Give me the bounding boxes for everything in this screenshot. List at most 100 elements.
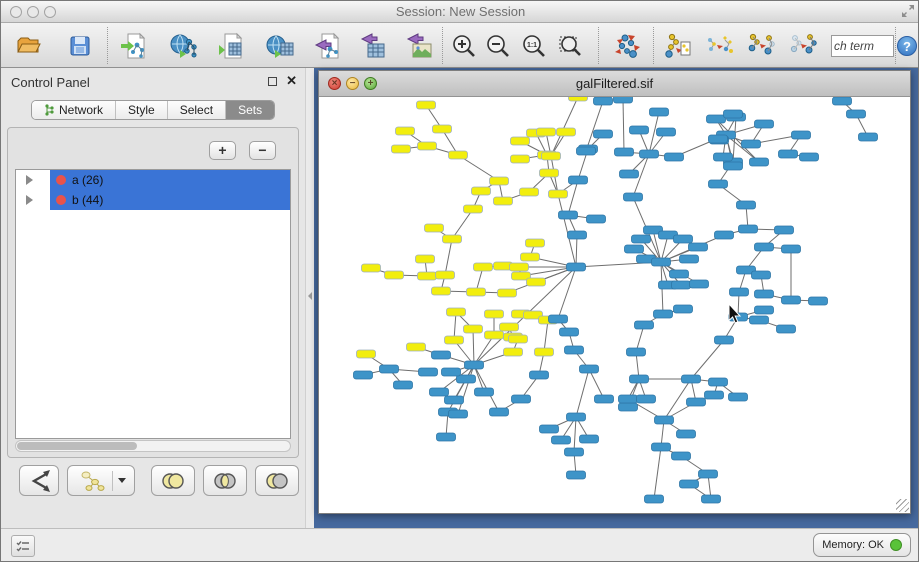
tab-network[interactable]: Network [32, 101, 116, 119]
graph-node[interactable] [637, 395, 656, 403]
graph-node[interactable] [527, 278, 546, 286]
new-network-selected-nodes-selected-edges-button[interactable] [790, 32, 818, 60]
graph-node[interactable] [433, 125, 452, 133]
tab-style[interactable]: Style [116, 101, 168, 119]
graph-node[interactable] [640, 150, 659, 158]
graph-node[interactable] [595, 395, 614, 403]
graph-node[interactable] [467, 288, 486, 296]
graph-node[interactable] [485, 331, 504, 339]
graph-node[interactable] [445, 336, 464, 344]
graph-node[interactable] [630, 126, 649, 134]
import-table-file-button[interactable] [217, 32, 245, 60]
graph-node[interactable] [560, 328, 579, 336]
network-frame[interactable]: × − + galFiltered.sif [318, 70, 911, 514]
graph-node[interactable] [509, 335, 528, 343]
graph-node[interactable] [432, 287, 451, 295]
graph-node[interactable] [569, 176, 588, 184]
graph-node[interactable] [500, 323, 519, 331]
graph-node[interactable] [540, 169, 559, 177]
graph-node[interactable] [750, 158, 769, 166]
graph-node[interactable] [430, 388, 449, 396]
graph-node[interactable] [475, 388, 494, 396]
graph-node[interactable] [504, 348, 523, 356]
graph-node[interactable] [396, 127, 415, 135]
expand-triangle-icon[interactable] [26, 195, 33, 205]
graph-node[interactable] [464, 205, 483, 213]
close-panel-icon[interactable]: ✕ [286, 73, 297, 89]
import-table-url-button[interactable] [266, 32, 294, 60]
graph-node[interactable] [465, 361, 484, 369]
graph-node[interactable] [418, 272, 437, 280]
graph-node[interactable] [520, 188, 539, 196]
graph-node[interactable] [755, 120, 774, 128]
graph-node[interactable] [672, 452, 691, 460]
intersection-sets-button[interactable] [203, 465, 247, 496]
graph-node[interactable] [624, 193, 643, 201]
graph-node[interactable] [779, 150, 798, 158]
graph-node[interactable] [485, 310, 504, 318]
graph-node[interactable] [565, 346, 584, 354]
graph-node[interactable] [437, 433, 456, 441]
add-set-button[interactable]: + [209, 141, 236, 160]
frame-resize-grip[interactable] [896, 499, 909, 512]
panel-splitter[interactable] [305, 68, 314, 528]
clone-network-button[interactable] [706, 32, 734, 60]
export-table-button[interactable] [360, 32, 388, 60]
graph-node[interactable] [709, 378, 728, 386]
graph-node[interactable] [443, 235, 462, 243]
graph-node[interactable] [635, 321, 654, 329]
graph-node[interactable] [407, 343, 426, 351]
graph-node[interactable] [549, 315, 568, 323]
create-set-from-nodes-dropdown[interactable] [67, 465, 135, 496]
graph-node[interactable] [511, 137, 530, 145]
tab-sets[interactable]: Sets [226, 101, 274, 119]
graph-node[interactable] [792, 131, 811, 139]
graph-node[interactable] [557, 128, 576, 136]
split-set-button[interactable] [19, 465, 59, 496]
graph-node[interactable] [752, 271, 771, 279]
collapse-arrow-icon[interactable] [308, 292, 312, 300]
graph-node[interactable] [755, 243, 774, 251]
graph-node[interactable] [670, 270, 689, 278]
graph-node[interactable] [521, 253, 540, 261]
graph-node[interactable] [354, 371, 373, 379]
graph-node[interactable] [490, 177, 509, 185]
graph-node[interactable] [537, 128, 556, 136]
graph-node[interactable] [737, 201, 756, 209]
graph-node[interactable] [742, 140, 761, 148]
graph-node[interactable] [449, 410, 468, 418]
graph-node[interactable] [565, 448, 584, 456]
graph-node[interactable] [755, 306, 774, 314]
graph-node[interactable] [380, 365, 399, 373]
graph-node[interactable] [650, 108, 669, 116]
graph-node[interactable] [625, 245, 644, 253]
graph-node[interactable] [809, 297, 828, 305]
graph-node[interactable] [682, 375, 701, 383]
graph-node[interactable] [729, 393, 748, 401]
graph-node[interactable] [627, 348, 646, 356]
graph-node[interactable] [715, 336, 734, 344]
graph-node[interactable] [457, 375, 476, 383]
graph-node[interactable] [498, 289, 517, 297]
difference-sets-button[interactable] [255, 465, 299, 496]
graph-node[interactable] [699, 470, 718, 478]
graph-node[interactable] [445, 396, 464, 404]
apply-preferred-layout-button[interactable] [614, 32, 642, 60]
graph-node[interactable] [755, 290, 774, 298]
union-sets-button[interactable] [151, 465, 195, 496]
graph-node[interactable] [615, 148, 634, 156]
graph-node[interactable] [436, 271, 455, 279]
graph-node[interactable] [702, 495, 721, 503]
graph-node[interactable] [567, 413, 586, 421]
set-row[interactable]: a (26) [16, 170, 290, 190]
save-session-button[interactable] [66, 32, 94, 60]
expand-triangle-icon[interactable] [26, 175, 33, 185]
graph-node[interactable] [394, 381, 413, 389]
graph-node[interactable] [652, 443, 671, 451]
graph-node[interactable] [510, 263, 529, 271]
fullscreen-icon[interactable] [900, 4, 916, 20]
graph-node[interactable] [652, 258, 671, 266]
graph-node[interactable] [490, 408, 509, 416]
graph-node[interactable] [619, 395, 638, 403]
graph-node[interactable] [594, 97, 613, 105]
